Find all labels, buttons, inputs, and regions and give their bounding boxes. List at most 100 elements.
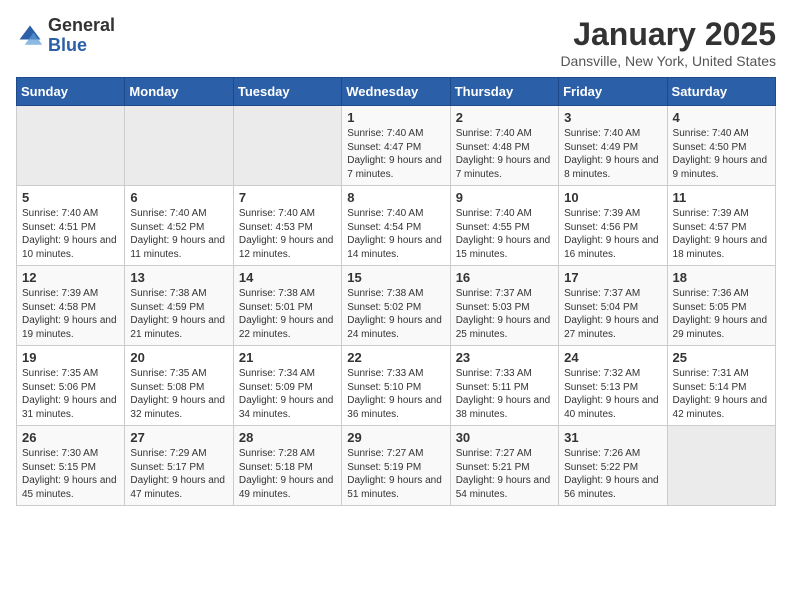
- calendar-day-cell: [233, 106, 341, 186]
- calendar-day-cell: 5Sunrise: 7:40 AM Sunset: 4:51 PM Daylig…: [17, 186, 125, 266]
- calendar-day-cell: 7Sunrise: 7:40 AM Sunset: 4:53 PM Daylig…: [233, 186, 341, 266]
- day-info: Sunrise: 7:27 AM Sunset: 5:21 PM Dayligh…: [456, 447, 553, 501]
- day-info: Sunrise: 7:29 AM Sunset: 5:17 PM Dayligh…: [130, 447, 227, 501]
- day-number: 27: [130, 430, 227, 445]
- calendar-day-cell: 3Sunrise: 7:40 AM Sunset: 4:49 PM Daylig…: [559, 106, 667, 186]
- header-sunday: Sunday: [17, 78, 125, 106]
- page-header: General Blue January 2025 Dansville, New…: [16, 16, 776, 69]
- calendar-day-cell: 19Sunrise: 7:35 AM Sunset: 5:06 PM Dayli…: [17, 346, 125, 426]
- day-number: 23: [456, 350, 553, 365]
- calendar-day-cell: 16 Sunrise: 7:37 AM Sunset: 5:03 PM Dayli…: [450, 266, 558, 346]
- day-info: Sunrise: 7:35 AM Sunset: 5:08 PM Dayligh…: [130, 367, 227, 421]
- calendar-day-cell: 20 Sunrise: 7:35 AM Sunset: 5:08 PM Dayli…: [125, 346, 233, 426]
- calendar-week-row: 1 Sunrise: 7:40 AM Sunset: 4:47 PM Daylig…: [17, 106, 776, 186]
- calendar-day-cell: 23 Sunrise: 7:33 AM Sunset: 5:11 PM Dayli…: [450, 346, 558, 426]
- day-info: Sunrise: 7:37 AM Sunset: 5:03 PM Dayligh…: [456, 287, 553, 341]
- day-info: Sunrise: 7:26 AM Sunset: 5:22 PM Dayligh…: [564, 447, 661, 501]
- day-number: 18: [673, 270, 770, 285]
- day-number: 22: [347, 350, 444, 365]
- header-thursday: Thursday: [450, 78, 558, 106]
- day-number: 2: [456, 110, 553, 125]
- header-monday: Monday: [125, 78, 233, 106]
- header-saturday: Saturday: [667, 78, 775, 106]
- day-number: 25: [673, 350, 770, 365]
- day-number: 5: [22, 190, 119, 205]
- day-number: 17: [564, 270, 661, 285]
- calendar-day-cell: 11Sunrise: 7:39 AM Sunset: 4:57 PM Dayli…: [667, 186, 775, 266]
- day-info: Sunrise: 7:40 AM Sunset: 4:55 PM Dayligh…: [456, 207, 553, 261]
- calendar-day-cell: 2 Sunrise: 7:40 AM Sunset: 4:48 PM Daylig…: [450, 106, 558, 186]
- calendar-day-cell: 26 Sunrise: 7:30 AM Sunset: 5:15 PM Dayli…: [17, 426, 125, 506]
- day-number: 29: [347, 430, 444, 445]
- day-info: Sunrise: 7:32 AM Sunset: 5:13 PM Dayligh…: [564, 367, 661, 421]
- day-info: Sunrise: 7:30 AM Sunset: 5:15 PM Dayligh…: [22, 447, 119, 501]
- day-info: Sunrise: 7:28 AM Sunset: 5:18 PM Dayligh…: [239, 447, 336, 501]
- calendar-day-cell: [125, 106, 233, 186]
- day-number: 30: [456, 430, 553, 445]
- day-info: Sunrise: 7:36 AM Sunset: 5:05 PM Dayligh…: [673, 287, 770, 341]
- day-info: Sunrise: 7:31 AM Sunset: 5:14 PM Dayligh…: [673, 367, 770, 421]
- calendar-day-cell: 14 Sunrise: 7:38 AM Sunset: 5:01 PM Dayli…: [233, 266, 341, 346]
- calendar-day-cell: 13 Sunrise: 7:38 AM Sunset: 4:59 PM Dayli…: [125, 266, 233, 346]
- calendar-day-cell: 24 Sunrise: 7:32 AM Sunset: 5:13 PM Dayli…: [559, 346, 667, 426]
- calendar-week-row: 19Sunrise: 7:35 AM Sunset: 5:06 PM Dayli…: [17, 346, 776, 426]
- calendar-week-row: 26 Sunrise: 7:30 AM Sunset: 5:15 PM Dayli…: [17, 426, 776, 506]
- day-info: Sunrise: 7:34 AM Sunset: 5:09 PM Dayligh…: [239, 367, 336, 421]
- calendar-day-cell: 25 Sunrise: 7:31 AM Sunset: 5:14 PM Dayli…: [667, 346, 775, 426]
- calendar-title: January 2025: [560, 16, 776, 53]
- calendar-day-cell: 27 Sunrise: 7:29 AM Sunset: 5:17 PM Dayli…: [125, 426, 233, 506]
- calendar-week-row: 5Sunrise: 7:40 AM Sunset: 4:51 PM Daylig…: [17, 186, 776, 266]
- calendar-day-cell: 17 Sunrise: 7:37 AM Sunset: 5:04 PM Dayli…: [559, 266, 667, 346]
- day-number: 7: [239, 190, 336, 205]
- day-info: Sunrise: 7:40 AM Sunset: 4:50 PM Dayligh…: [673, 127, 770, 181]
- calendar-day-cell: [17, 106, 125, 186]
- day-info: Sunrise: 7:37 AM Sunset: 5:04 PM Dayligh…: [564, 287, 661, 341]
- calendar-day-cell: 22Sunrise: 7:33 AM Sunset: 5:10 PM Dayli…: [342, 346, 450, 426]
- calendar-day-cell: 9Sunrise: 7:40 AM Sunset: 4:55 PM Daylig…: [450, 186, 558, 266]
- calendar-day-cell: 15 Sunrise: 7:38 AM Sunset: 5:02 PM Dayli…: [342, 266, 450, 346]
- day-info: Sunrise: 7:33 AM Sunset: 5:11 PM Dayligh…: [456, 367, 553, 421]
- calendar-day-cell: 6 Sunrise: 7:40 AM Sunset: 4:52 PM Daylig…: [125, 186, 233, 266]
- day-number: 3: [564, 110, 661, 125]
- logo: General Blue: [16, 16, 115, 56]
- calendar-day-cell: 18 Sunrise: 7:36 AM Sunset: 5:05 PM Dayli…: [667, 266, 775, 346]
- logo-icon: [16, 22, 44, 50]
- day-info: Sunrise: 7:38 AM Sunset: 4:59 PM Dayligh…: [130, 287, 227, 341]
- calendar-day-cell: 12 Sunrise: 7:39 AM Sunset: 4:58 PM Dayli…: [17, 266, 125, 346]
- calendar-day-cell: [667, 426, 775, 506]
- day-number: 21: [239, 350, 336, 365]
- calendar-day-cell: 30 Sunrise: 7:27 AM Sunset: 5:21 PM Dayli…: [450, 426, 558, 506]
- day-number: 20: [130, 350, 227, 365]
- day-info: Sunrise: 7:40 AM Sunset: 4:47 PM Dayligh…: [347, 127, 444, 181]
- day-info: Sunrise: 7:40 AM Sunset: 4:52 PM Dayligh…: [130, 207, 227, 261]
- day-info: Sunrise: 7:38 AM Sunset: 5:02 PM Dayligh…: [347, 287, 444, 341]
- calendar-day-cell: 4Sunrise: 7:40 AM Sunset: 4:50 PM Daylig…: [667, 106, 775, 186]
- day-number: 16: [456, 270, 553, 285]
- calendar-day-cell: 10Sunrise: 7:39 AM Sunset: 4:56 PM Dayli…: [559, 186, 667, 266]
- day-number: 8: [347, 190, 444, 205]
- calendar-day-cell: 29 Sunrise: 7:27 AM Sunset: 5:19 PM Dayli…: [342, 426, 450, 506]
- day-number: 6: [130, 190, 227, 205]
- day-info: Sunrise: 7:39 AM Sunset: 4:58 PM Dayligh…: [22, 287, 119, 341]
- day-number: 31: [564, 430, 661, 445]
- header-wednesday: Wednesday: [342, 78, 450, 106]
- day-info: Sunrise: 7:27 AM Sunset: 5:19 PM Dayligh…: [347, 447, 444, 501]
- calendar-week-row: 12 Sunrise: 7:39 AM Sunset: 4:58 PM Dayli…: [17, 266, 776, 346]
- day-info: Sunrise: 7:40 AM Sunset: 4:54 PM Dayligh…: [347, 207, 444, 261]
- day-number: 1: [347, 110, 444, 125]
- day-number: 19: [22, 350, 119, 365]
- day-info: Sunrise: 7:40 AM Sunset: 4:48 PM Dayligh…: [456, 127, 553, 181]
- day-number: 26: [22, 430, 119, 445]
- day-number: 12: [22, 270, 119, 285]
- day-number: 13: [130, 270, 227, 285]
- day-info: Sunrise: 7:39 AM Sunset: 4:56 PM Dayligh…: [564, 207, 661, 261]
- weekday-header-row: Sunday Monday Tuesday Wednesday Thursday…: [17, 78, 776, 106]
- day-number: 28: [239, 430, 336, 445]
- calendar-day-cell: 28 Sunrise: 7:28 AM Sunset: 5:18 PM Dayli…: [233, 426, 341, 506]
- day-number: 24: [564, 350, 661, 365]
- day-info: Sunrise: 7:38 AM Sunset: 5:01 PM Dayligh…: [239, 287, 336, 341]
- day-number: 14: [239, 270, 336, 285]
- calendar-day-cell: 31 Sunrise: 7:26 AM Sunset: 5:22 PM Dayli…: [559, 426, 667, 506]
- day-number: 15: [347, 270, 444, 285]
- calendar-table: Sunday Monday Tuesday Wednesday Thursday…: [16, 77, 776, 506]
